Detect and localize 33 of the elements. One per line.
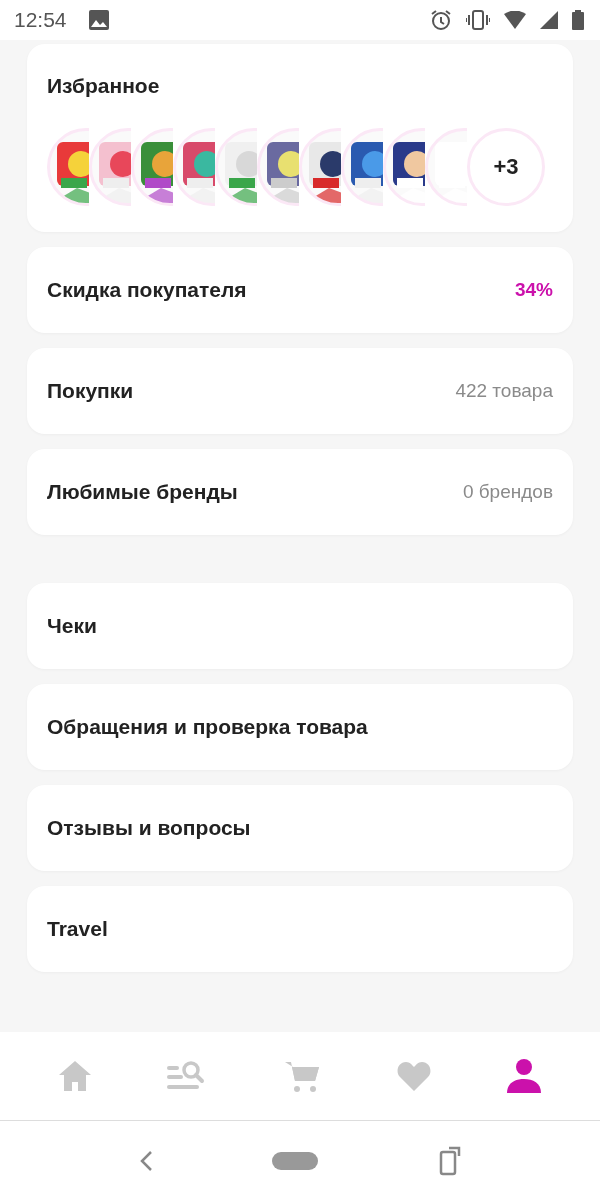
back-icon[interactable] <box>139 1149 154 1172</box>
favorites-card[interactable]: Избранное +3 <box>27 44 573 232</box>
menu-item[interactable]: Покупки 422 товара <box>27 348 573 434</box>
item-label: Покупки <box>47 379 134 403</box>
item-value: 34% <box>514 279 553 301</box>
menu-item[interactable]: Travel <box>27 886 573 972</box>
menu-item[interactable]: Чеки <box>27 583 573 669</box>
item-value: 0 брендов <box>462 481 553 503</box>
wifi-icon <box>504 11 526 29</box>
clock: 12:54 <box>14 8 67 32</box>
item-label: Отзывы и вопросы <box>47 816 251 840</box>
home-pill[interactable] <box>272 1151 318 1170</box>
item-label: Скидка покупателя <box>47 278 247 302</box>
signal-icon <box>540 11 558 29</box>
cart-icon <box>283 1059 321 1093</box>
menu-item[interactable]: Отзывы и вопросы <box>27 785 573 871</box>
alarm-icon <box>430 9 452 31</box>
battery-icon <box>572 10 584 30</box>
home-icon <box>57 1060 92 1092</box>
item-label: Чеки <box>47 614 97 638</box>
menu-item[interactable]: Скидка покупателя 34% <box>27 247 573 333</box>
menu-item[interactable]: Любимые бренды 0 брендов <box>27 449 573 535</box>
profile-icon <box>506 1059 543 1093</box>
item-label: Обращения и проверка товара <box>47 715 368 739</box>
item-label: Любимые бренды <box>47 480 238 504</box>
item-value: 422 товара <box>455 380 553 402</box>
more-count[interactable]: +3 <box>467 128 545 206</box>
card-title: Избранное <box>47 74 161 98</box>
item-label: Travel <box>47 917 108 941</box>
menu-item[interactable]: Обращения и проверка товара <box>27 684 573 770</box>
vibrate-icon <box>466 10 490 30</box>
image-icon <box>88 10 109 30</box>
heart-icon <box>396 1061 431 1091</box>
